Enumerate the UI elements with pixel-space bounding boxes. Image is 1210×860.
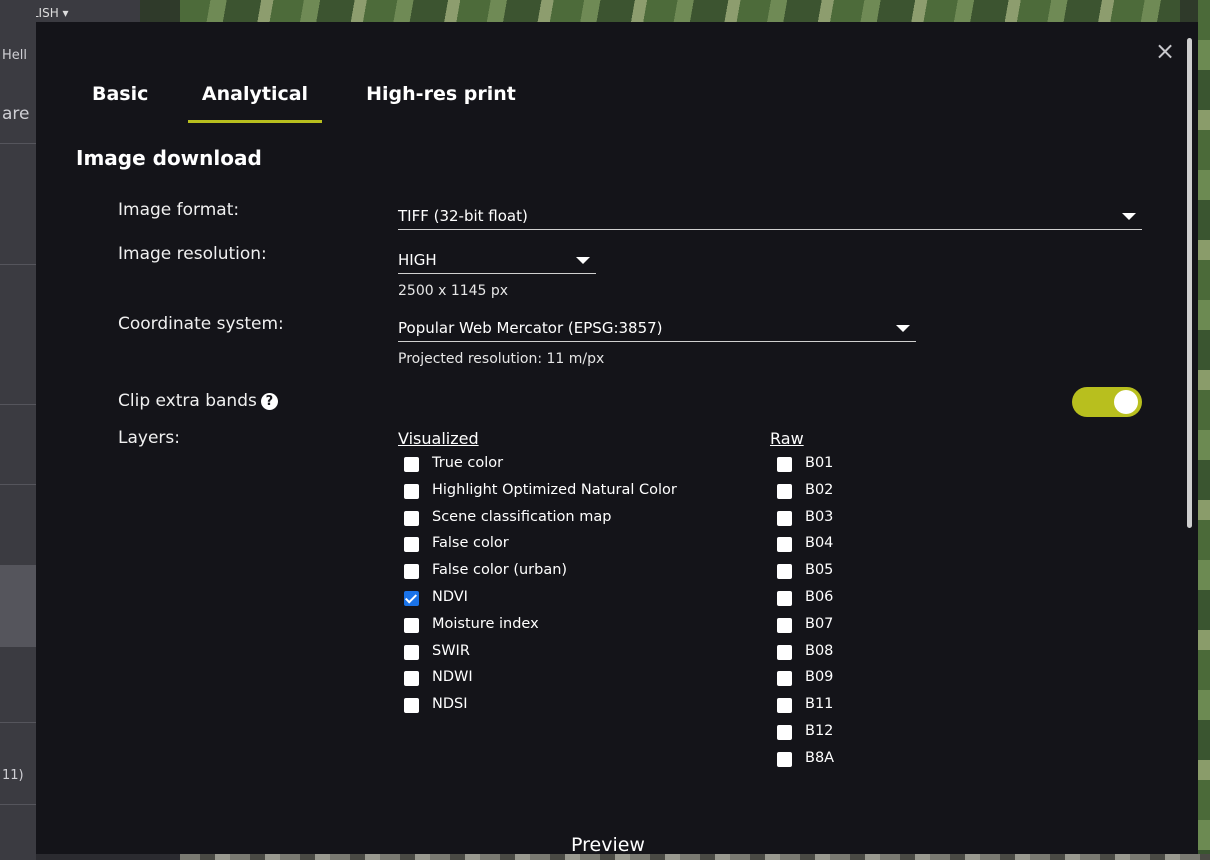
coordinate-system-label: Coordinate system:	[118, 314, 284, 334]
raw-checkbox-label: B11	[805, 696, 834, 713]
checkbox-icon[interactable]	[777, 725, 792, 740]
background-highlight	[0, 565, 36, 647]
section-title: Image download	[76, 146, 262, 170]
checkbox-icon[interactable]	[404, 644, 419, 660]
checkbox-icon[interactable]	[777, 483, 792, 499]
tab-basic[interactable]: Basic	[92, 74, 148, 120]
chevron-down-icon	[576, 257, 590, 264]
image-resolution-select[interactable]: HIGH	[398, 248, 596, 274]
raw-checkbox-label: B12	[805, 723, 834, 739]
chevron-down-icon	[1122, 213, 1136, 220]
raw-checkbox-label: B09	[805, 669, 834, 686]
visualized-checkbox-label: NDSI	[432, 696, 468, 713]
raw-checkbox-label: B04	[805, 535, 834, 552]
checkbox-icon[interactable]	[404, 698, 419, 714]
visualized-checkbox-label: NDVI	[432, 589, 468, 605]
coordinate-system-value: Popular Web Mercator (EPSG:3857)	[398, 319, 663, 337]
visualized-checkbox-label: False color	[432, 535, 509, 552]
visualized-checkbox-label: NDWI	[432, 669, 473, 686]
visualized-checkbox-label: Highlight Optimized Natural Color	[432, 481, 677, 498]
checkbox-icon[interactable]	[777, 671, 792, 687]
visualized-checkbox-label: False color (urban)	[432, 562, 568, 579]
checkbox-icon[interactable]	[777, 617, 792, 633]
checkbox-icon[interactable]	[404, 457, 419, 472]
image-format-select[interactable]: TIFF (32-bit float)	[398, 204, 1142, 230]
preview-heading: Preview	[571, 834, 645, 854]
raw-checkbox-label: B06	[805, 589, 834, 605]
checkbox-icon[interactable]	[404, 671, 419, 687]
help-icon[interactable]: ?	[260, 393, 278, 410]
close-icon[interactable]: ×	[1154, 39, 1176, 63]
checkbox-icon[interactable]	[777, 751, 792, 767]
layers-label: Layers:	[118, 428, 180, 448]
clip-extra-bands-toggle[interactable]	[1072, 387, 1142, 417]
checkbox-icon[interactable]	[404, 483, 419, 499]
checkbox-icon[interactable]	[404, 564, 419, 580]
background-text-fragment: are	[2, 104, 30, 124]
checkbox-icon[interactable]	[777, 510, 792, 526]
raw-checkbox-label: B03	[805, 508, 834, 525]
projected-resolution-text: Projected resolution: 11 m/px	[398, 351, 605, 367]
image-format-label: Image format:	[118, 200, 240, 220]
checkbox-icon[interactable]	[777, 644, 792, 660]
checkbox-icon[interactable]	[777, 591, 792, 606]
visualized-checkbox-label: Scene classification map	[432, 508, 612, 525]
raw-checkbox-label: B01	[805, 455, 834, 471]
image-resolution-value: HIGH	[398, 251, 437, 269]
raw-checkbox-label: B02	[805, 481, 834, 498]
checkbox-checked-icon[interactable]	[404, 591, 419, 606]
image-size-text: 2500 x 1145 px	[398, 283, 509, 299]
raw-heading: Raw	[770, 429, 804, 448]
background-map-edge	[1198, 0, 1210, 860]
raw-checkbox-label: B05	[805, 562, 834, 579]
checkbox-icon[interactable]	[404, 617, 419, 633]
clip-extra-bands-text: Clip extra bands	[118, 391, 257, 411]
visualized-checkbox-label: SWIR	[432, 642, 470, 659]
image-resolution-label: Image resolution:	[118, 244, 267, 264]
background-text-fragment: 11)	[2, 768, 24, 783]
raw-checkbox-label: B08	[805, 642, 834, 659]
image-format-value: TIFF (32-bit float)	[398, 207, 528, 225]
tab-analytical[interactable]: Analytical	[188, 74, 322, 123]
download-dialog: × Basic Analytical High-res print Image …	[36, 22, 1198, 854]
background-text-fragment: Hell	[2, 48, 27, 63]
checkbox-icon[interactable]	[777, 457, 792, 472]
raw-checkbox-label: B8A	[805, 749, 835, 766]
checkbox-icon[interactable]	[777, 537, 792, 553]
toggle-knob	[1114, 390, 1138, 414]
tab-high-res-print[interactable]: High-res print	[366, 74, 516, 120]
checkbox-icon[interactable]	[777, 564, 792, 580]
scrollbar[interactable]	[1187, 38, 1192, 528]
visualized-heading: Visualized	[398, 429, 479, 448]
checkbox-icon[interactable]	[404, 537, 419, 553]
background-top-bar: ENGLISH ▾	[0, 0, 1210, 22]
visualized-checkbox-label: Moisture index	[432, 615, 539, 632]
checkbox-icon[interactable]	[777, 698, 792, 714]
background-sidebar: Hell are 11)	[0, 0, 36, 860]
clip-extra-bands-label: Clip extra bands?	[118, 391, 278, 411]
chevron-down-icon	[896, 325, 910, 332]
background-map-bottom	[180, 854, 1210, 860]
visualized-checkbox-label: True color	[432, 455, 504, 471]
background-map-strip	[180, 0, 1180, 22]
checkbox-icon[interactable]	[404, 510, 419, 526]
coordinate-system-select[interactable]: Popular Web Mercator (EPSG:3857)	[398, 316, 916, 342]
raw-checkbox-label: B07	[805, 615, 834, 632]
